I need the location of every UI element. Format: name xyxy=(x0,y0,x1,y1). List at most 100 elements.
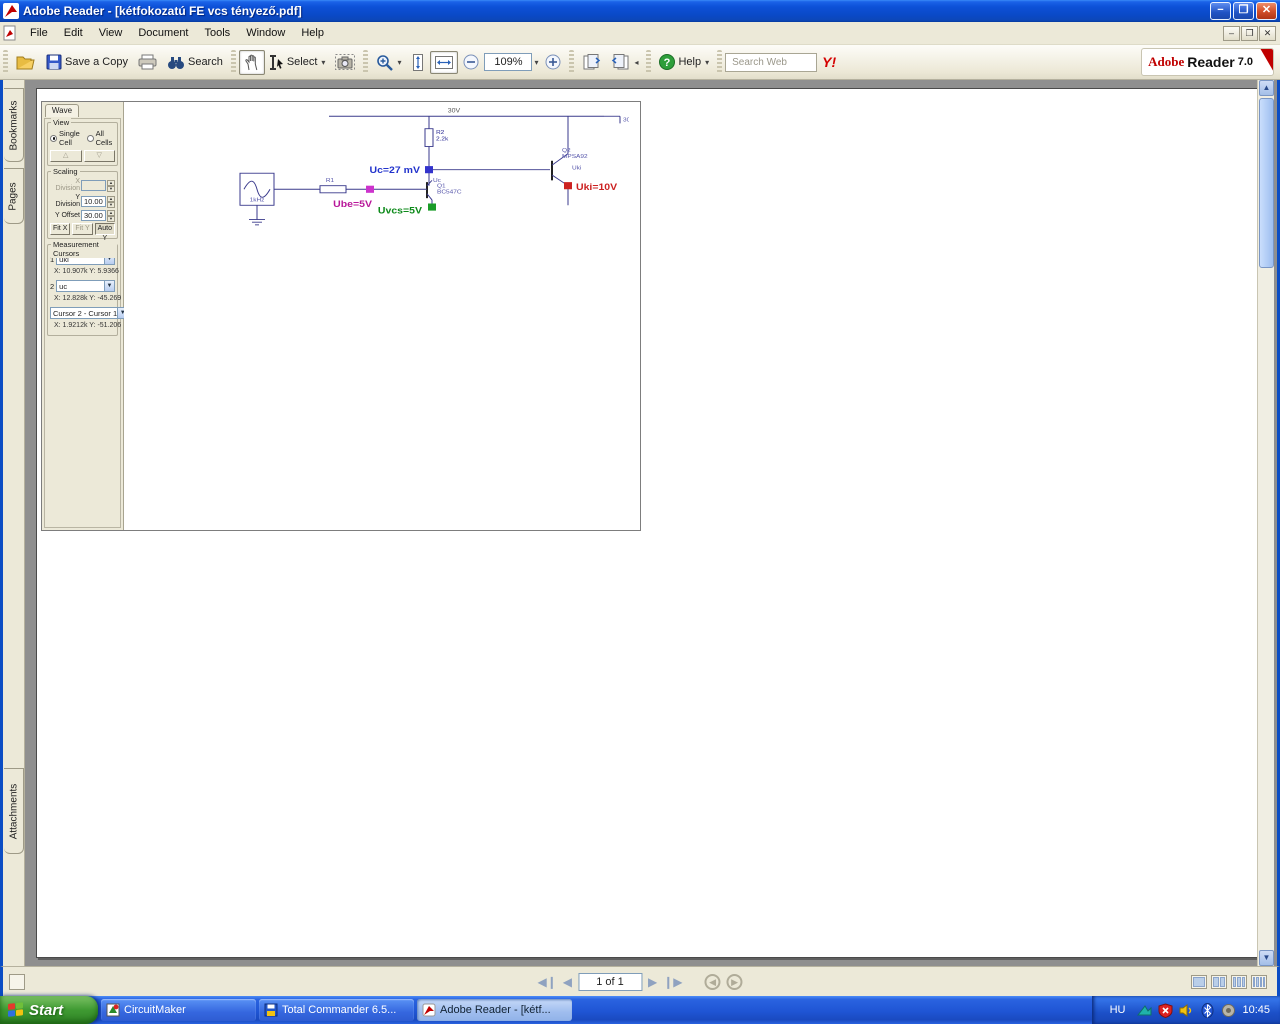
zoom-level-input[interactable]: 109% xyxy=(484,53,533,71)
language-indicator[interactable]: HU xyxy=(1104,1003,1132,1017)
select-dropdown-arrow[interactable]: ▾ xyxy=(321,58,325,67)
select-label: Select xyxy=(286,56,318,68)
y-offset-input[interactable]: 30.00 xyxy=(81,210,106,221)
print-button[interactable] xyxy=(133,50,162,74)
wave-down-button[interactable]: ▽ xyxy=(83,150,115,162)
tab-pages[interactable]: Pages xyxy=(4,168,24,224)
menu-edit[interactable]: Edit xyxy=(56,23,91,43)
adobe-reader-icon xyxy=(3,3,19,19)
wave-tab[interactable]: Wave xyxy=(45,104,79,117)
navigation-pane-toggle[interactable] xyxy=(9,973,25,990)
fit-width-button[interactable] xyxy=(430,50,459,74)
cursor-signal-select[interactable]: uc ▼ xyxy=(56,280,115,292)
tab-bookmarks[interactable]: Bookmarks xyxy=(4,88,24,162)
document-minimize-button[interactable]: – xyxy=(1223,25,1240,41)
next-view-button[interactable]: ◂ xyxy=(606,50,643,75)
y-division-spinner[interactable]: ▲ ▼ xyxy=(107,195,115,208)
fit-x-button[interactable]: Fit X xyxy=(50,223,71,235)
menu-window[interactable]: Window xyxy=(238,23,293,43)
security-alert-icon[interactable] xyxy=(1158,1002,1173,1018)
svg-text:MPSA92: MPSA92 xyxy=(562,153,588,160)
fit-width-icon xyxy=(435,55,454,69)
fit-y-button[interactable]: Fit Y xyxy=(72,223,93,235)
document-restore-button[interactable]: ❐ xyxy=(1241,25,1258,41)
help-dropdown-arrow[interactable]: ▾ xyxy=(705,58,709,67)
menu-file[interactable]: File xyxy=(22,23,56,43)
wave-up-button[interactable]: △ xyxy=(50,150,82,162)
dropdown-arrow-icon[interactable]: ▼ xyxy=(104,281,114,291)
next-page-button[interactable]: ▶ xyxy=(648,975,657,989)
y-division-input[interactable]: 10.00 xyxy=(81,195,106,207)
spin-down-icon[interactable]: ▼ xyxy=(107,185,115,192)
continuous-facing-layout-button[interactable] xyxy=(1251,974,1267,989)
previous-view-button[interactable] xyxy=(577,50,606,75)
document-close-button[interactable]: ✕ xyxy=(1259,25,1276,41)
single-cell-radio[interactable] xyxy=(50,134,57,142)
search-button[interactable]: Search xyxy=(162,51,228,74)
toolbar-grip[interactable] xyxy=(230,50,236,74)
single-page-layout-button[interactable] xyxy=(1191,974,1207,989)
yahoo-logo[interactable]: Y! xyxy=(822,54,836,70)
windows-logo-icon xyxy=(8,1002,24,1018)
first-page-button[interactable]: ◀❙ xyxy=(537,975,556,989)
toolbar-grip[interactable] xyxy=(363,50,369,74)
all-cells-radio[interactable] xyxy=(86,134,94,142)
wave-panel-body: View Single Cell All Cells △ ▽ Scaling X Divis… xyxy=(44,118,129,528)
spin-down-icon[interactable]: ▼ xyxy=(107,216,115,222)
close-button[interactable]: ✕ xyxy=(1256,2,1277,20)
x-division-input[interactable] xyxy=(81,179,106,191)
restore-button[interactable]: ❐ xyxy=(1233,2,1254,20)
minimize-button[interactable]: − xyxy=(1210,2,1231,20)
continuous-layout-button[interactable] xyxy=(1211,974,1227,989)
menu-view[interactable]: View xyxy=(91,23,131,43)
zoom-level-dropdown-arrow[interactable]: ▾ xyxy=(534,58,538,67)
menu-help[interactable]: Help xyxy=(293,23,332,43)
start-button[interactable]: Start xyxy=(0,996,98,1024)
vertical-scrollbar[interactable]: ▲ ▼ xyxy=(1257,80,1274,966)
scroll-up-arrow[interactable]: ▲ xyxy=(1259,80,1274,96)
zoom-out-button[interactable] xyxy=(458,50,484,74)
open-button[interactable] xyxy=(11,50,41,75)
facing-layout-button[interactable] xyxy=(1231,974,1247,989)
zoom-in-tool-button[interactable]: ▾ xyxy=(371,50,406,75)
y-offset-spinner[interactable]: ▲ ▼ xyxy=(107,210,115,222)
view-dropdown-arrow[interactable]: ◂ xyxy=(634,58,638,67)
cursor-signal-select[interactable]: Cursor 2 - Cursor 1 ▼ xyxy=(50,307,129,319)
menu-tools[interactable]: Tools xyxy=(197,23,239,43)
toolbar-grip[interactable] xyxy=(569,50,575,74)
help-button[interactable]: ? Help ▾ xyxy=(654,50,714,74)
tray-app-icon[interactable] xyxy=(1137,1003,1152,1018)
previous-view-circle-button[interactable]: ◀ xyxy=(704,973,721,990)
spin-down-icon[interactable]: ▼ xyxy=(107,201,115,208)
toolbar-grip[interactable] xyxy=(646,50,652,74)
bluetooth-icon[interactable] xyxy=(1200,1002,1215,1018)
taskbar-task-1[interactable]: CircuitMaker xyxy=(101,999,256,1021)
audio-device-icon[interactable] xyxy=(1221,1003,1236,1018)
page-number-input[interactable]: 1 of 1 xyxy=(578,972,642,991)
menu-document[interactable]: Document xyxy=(130,23,196,43)
taskbar-task-3[interactable]: Adobe Reader - [kétf... xyxy=(417,999,572,1021)
tab-attachments[interactable]: Attachments xyxy=(4,768,24,854)
volume-icon[interactable] xyxy=(1179,1003,1194,1018)
previous-page-button[interactable]: ◀ xyxy=(563,975,572,989)
search-web-input[interactable]: Search Web xyxy=(725,52,818,72)
next-view-circle-button[interactable]: ▶ xyxy=(726,973,743,990)
scroll-down-arrow[interactable]: ▼ xyxy=(1259,950,1274,966)
toolbar-grip[interactable] xyxy=(717,50,723,74)
last-page-button[interactable]: ❙▶ xyxy=(663,975,682,989)
y-division-label: Y Division xyxy=(55,194,80,208)
auto-y-button[interactable]: Auto Y xyxy=(94,223,115,242)
adobe-reader-brand: Adobe Reader 7.0 xyxy=(1141,48,1274,76)
zoom-in-button[interactable] xyxy=(540,50,566,74)
zoom-dropdown-arrow[interactable]: ▾ xyxy=(397,58,401,67)
fit-page-button[interactable] xyxy=(406,50,430,75)
toolbar-grip[interactable] xyxy=(3,50,8,74)
svg-text:Uc=27 mV: Uc=27 mV xyxy=(370,166,421,176)
snapshot-tool-button[interactable] xyxy=(330,50,360,74)
scrollbar-thumb[interactable] xyxy=(1259,98,1274,268)
x-division-spinner[interactable]: ▲ ▼ xyxy=(107,179,115,192)
hand-tool-button[interactable] xyxy=(238,49,265,75)
select-tool-button[interactable]: Select ▾ xyxy=(265,51,331,74)
save-a-copy-button[interactable]: Save a Copy xyxy=(41,50,133,74)
taskbar-task-2[interactable]: Total Commander 6.5... xyxy=(259,999,414,1021)
